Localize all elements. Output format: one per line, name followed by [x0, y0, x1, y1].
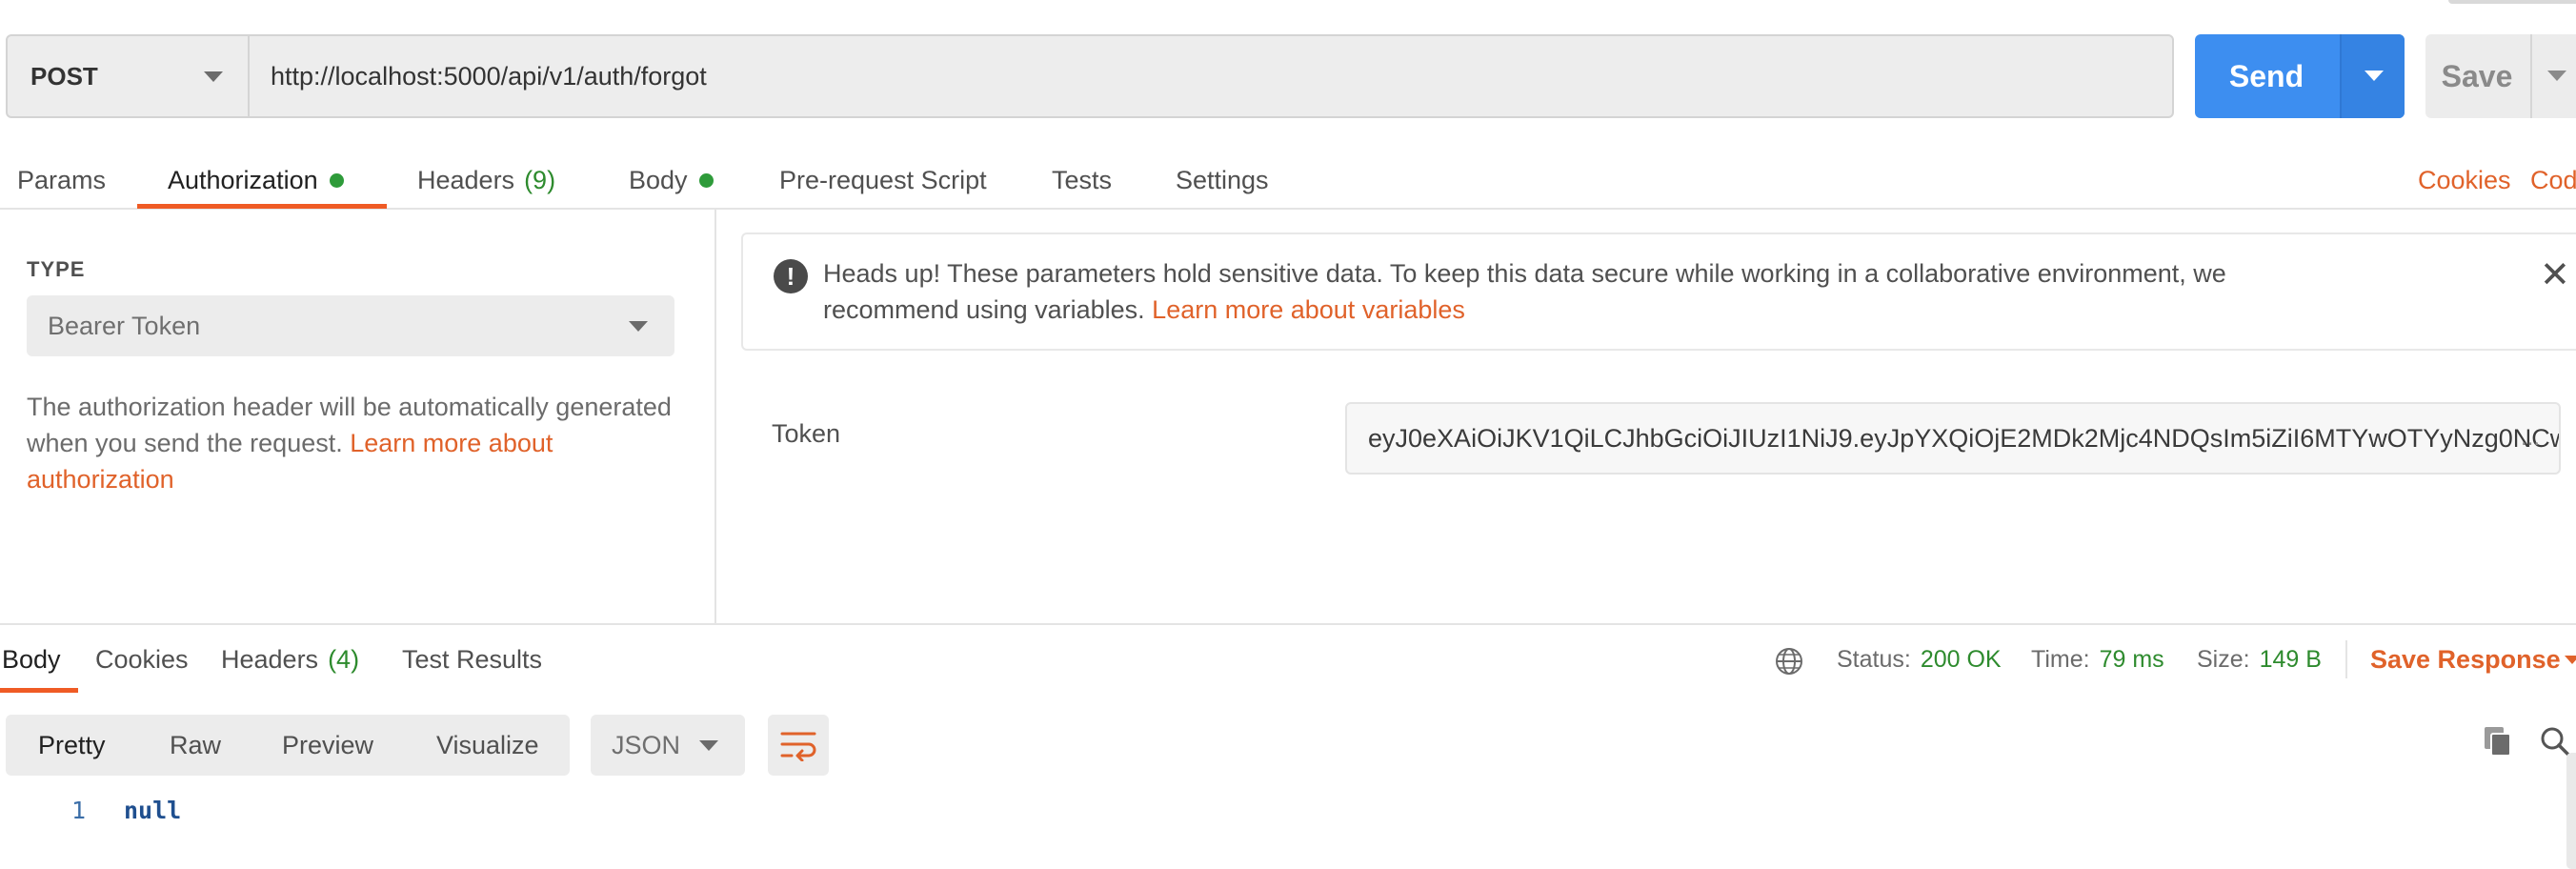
- tab-body-label: Body: [629, 165, 688, 194]
- response-tab-headers-label: Headers: [221, 644, 319, 674]
- type-label: TYPE: [27, 257, 86, 281]
- tab-settings-label: Settings: [1176, 165, 1269, 194]
- tab-tests[interactable]: Tests: [1052, 152, 1112, 208]
- tab-headers-label: Headers: [417, 165, 515, 194]
- chevron-down-icon: [699, 740, 718, 751]
- save-options-button[interactable]: [2530, 34, 2576, 118]
- auth-type-value: Bearer Token: [48, 311, 201, 340]
- auth-help-text: The authorization header will be automat…: [27, 389, 674, 497]
- size-value: 149 B: [2259, 645, 2322, 673]
- modified-dot-icon: [329, 172, 344, 188]
- code-line: null: [124, 797, 182, 824]
- response-tab-body[interactable]: Body: [2, 625, 61, 694]
- learn-more-variables-link[interactable]: Learn more about variables: [1152, 295, 1465, 324]
- response-status: Status: 200 OK: [1837, 625, 2002, 694]
- divider: [2345, 640, 2347, 678]
- copy-icon[interactable]: [2481, 724, 2515, 758]
- wrap-lines-icon: [780, 732, 816, 761]
- format-pretty[interactable]: Pretty: [38, 715, 106, 776]
- token-value: eyJ0eXAiOiJKV1QiLCJhbGciOiJIUzI1NiJ9.eyJ…: [1368, 423, 2561, 453]
- line-number: 1: [70, 797, 86, 824]
- chevron-down-icon: [629, 321, 648, 332]
- scrollbar[interactable]: [2566, 753, 2576, 869]
- token-label: Token: [772, 419, 841, 448]
- format-segmented-control: Pretty Raw Preview Visualize: [6, 715, 570, 776]
- response-tab-cookies-label: Cookies: [95, 644, 189, 674]
- format-preview[interactable]: Preview: [282, 715, 373, 776]
- response-header: Body Cookies Headers (4) Test Results St…: [0, 623, 2576, 694]
- tab-prerequest-script[interactable]: Pre-request Script: [779, 152, 987, 208]
- send-button[interactable]: Send: [2195, 34, 2405, 118]
- time-label: Time:: [2031, 645, 2090, 673]
- response-tab-test-results[interactable]: Test Results: [402, 625, 542, 694]
- url-box: POST http://localhost:5000/api/v1/auth/f…: [6, 34, 2174, 118]
- active-response-tab-indicator: [0, 688, 78, 693]
- response-tab-body-label: Body: [2, 644, 61, 674]
- request-bar: POST http://localhost:5000/api/v1/auth/f…: [0, 0, 2576, 152]
- close-icon[interactable]: ✕: [2540, 257, 2570, 293]
- tab-headers-count: (9): [524, 165, 556, 194]
- active-tab-indicator: [137, 204, 387, 209]
- language-value: JSON: [612, 730, 681, 759]
- banner-text: Heads up! These parameters hold sensitiv…: [823, 255, 2309, 328]
- window-edge: [2448, 0, 2576, 4]
- chevron-down-icon[interactable]: [2565, 656, 2576, 664]
- save-label: Save: [2441, 58, 2513, 93]
- time-value: 79 ms: [2099, 645, 2164, 673]
- response-tab-headers-count: (4): [328, 644, 360, 674]
- language-select[interactable]: JSON: [591, 715, 745, 776]
- send-options-button[interactable]: [2340, 34, 2405, 118]
- send-label: Send: [2228, 58, 2304, 93]
- banner-message: Heads up! These parameters hold sensitiv…: [823, 259, 2226, 324]
- tab-authorization-label: Authorization: [168, 165, 318, 194]
- chevron-down-icon: [204, 71, 223, 82]
- format-visualize[interactable]: Visualize: [436, 715, 539, 776]
- status-value: 200 OK: [1920, 645, 2002, 673]
- response-time: Time: 79 ms: [2031, 625, 2164, 694]
- chevron-down-icon: [2365, 71, 2384, 81]
- token-input[interactable]: eyJ0eXAiOiJKV1QiLCJhbGciOiJIUzI1NiJ9.eyJ…: [1345, 402, 2561, 475]
- size-label: Size:: [2197, 645, 2250, 673]
- response-tab-test-results-label: Test Results: [402, 644, 543, 674]
- request-tabs: Params Authorization Headers (9) Body Pr…: [0, 152, 2576, 210]
- alert-icon: !: [774, 259, 808, 293]
- modified-dot-icon: [698, 172, 714, 188]
- wrap-lines-button[interactable]: [768, 715, 829, 776]
- response-tab-cookies[interactable]: Cookies: [95, 625, 189, 694]
- auth-type-select[interactable]: Bearer Token: [27, 295, 674, 356]
- response-tab-headers[interactable]: Headers (4): [221, 625, 359, 694]
- tab-prerequest-label: Pre-request Script: [779, 165, 987, 194]
- token-ellipsis: ...: [2520, 425, 2540, 451]
- response-size: Size: 149 B: [2197, 625, 2322, 694]
- response-body-code: 1 null: [0, 797, 2576, 835]
- globe-icon[interactable]: [1774, 646, 1804, 677]
- format-raw[interactable]: Raw: [170, 715, 221, 776]
- sensitive-data-banner: ! Heads up! These parameters hold sensit…: [741, 232, 2576, 351]
- status-label: Status:: [1837, 645, 1911, 673]
- save-response-button[interactable]: Save Response: [2370, 625, 2561, 694]
- tab-tests-label: Tests: [1052, 165, 1113, 194]
- tab-authorization[interactable]: Authorization: [168, 152, 344, 208]
- chevron-down-icon: [2547, 71, 2566, 81]
- tab-body[interactable]: Body: [629, 152, 714, 208]
- url-input[interactable]: http://localhost:5000/api/v1/auth/forgot: [271, 36, 707, 116]
- method-select[interactable]: POST: [8, 36, 250, 116]
- code-link[interactable]: Code: [2530, 152, 2576, 208]
- cookies-link[interactable]: Cookies: [2418, 152, 2511, 208]
- tab-settings[interactable]: Settings: [1176, 152, 1269, 208]
- tab-params[interactable]: Params: [17, 152, 106, 208]
- tab-headers[interactable]: Headers (9): [417, 152, 555, 208]
- auth-type-panel: TYPE Bearer Token The authorization head…: [0, 210, 716, 625]
- method-label: POST: [30, 61, 98, 91]
- save-button[interactable]: Save: [2425, 34, 2576, 118]
- tab-params-label: Params: [17, 165, 107, 194]
